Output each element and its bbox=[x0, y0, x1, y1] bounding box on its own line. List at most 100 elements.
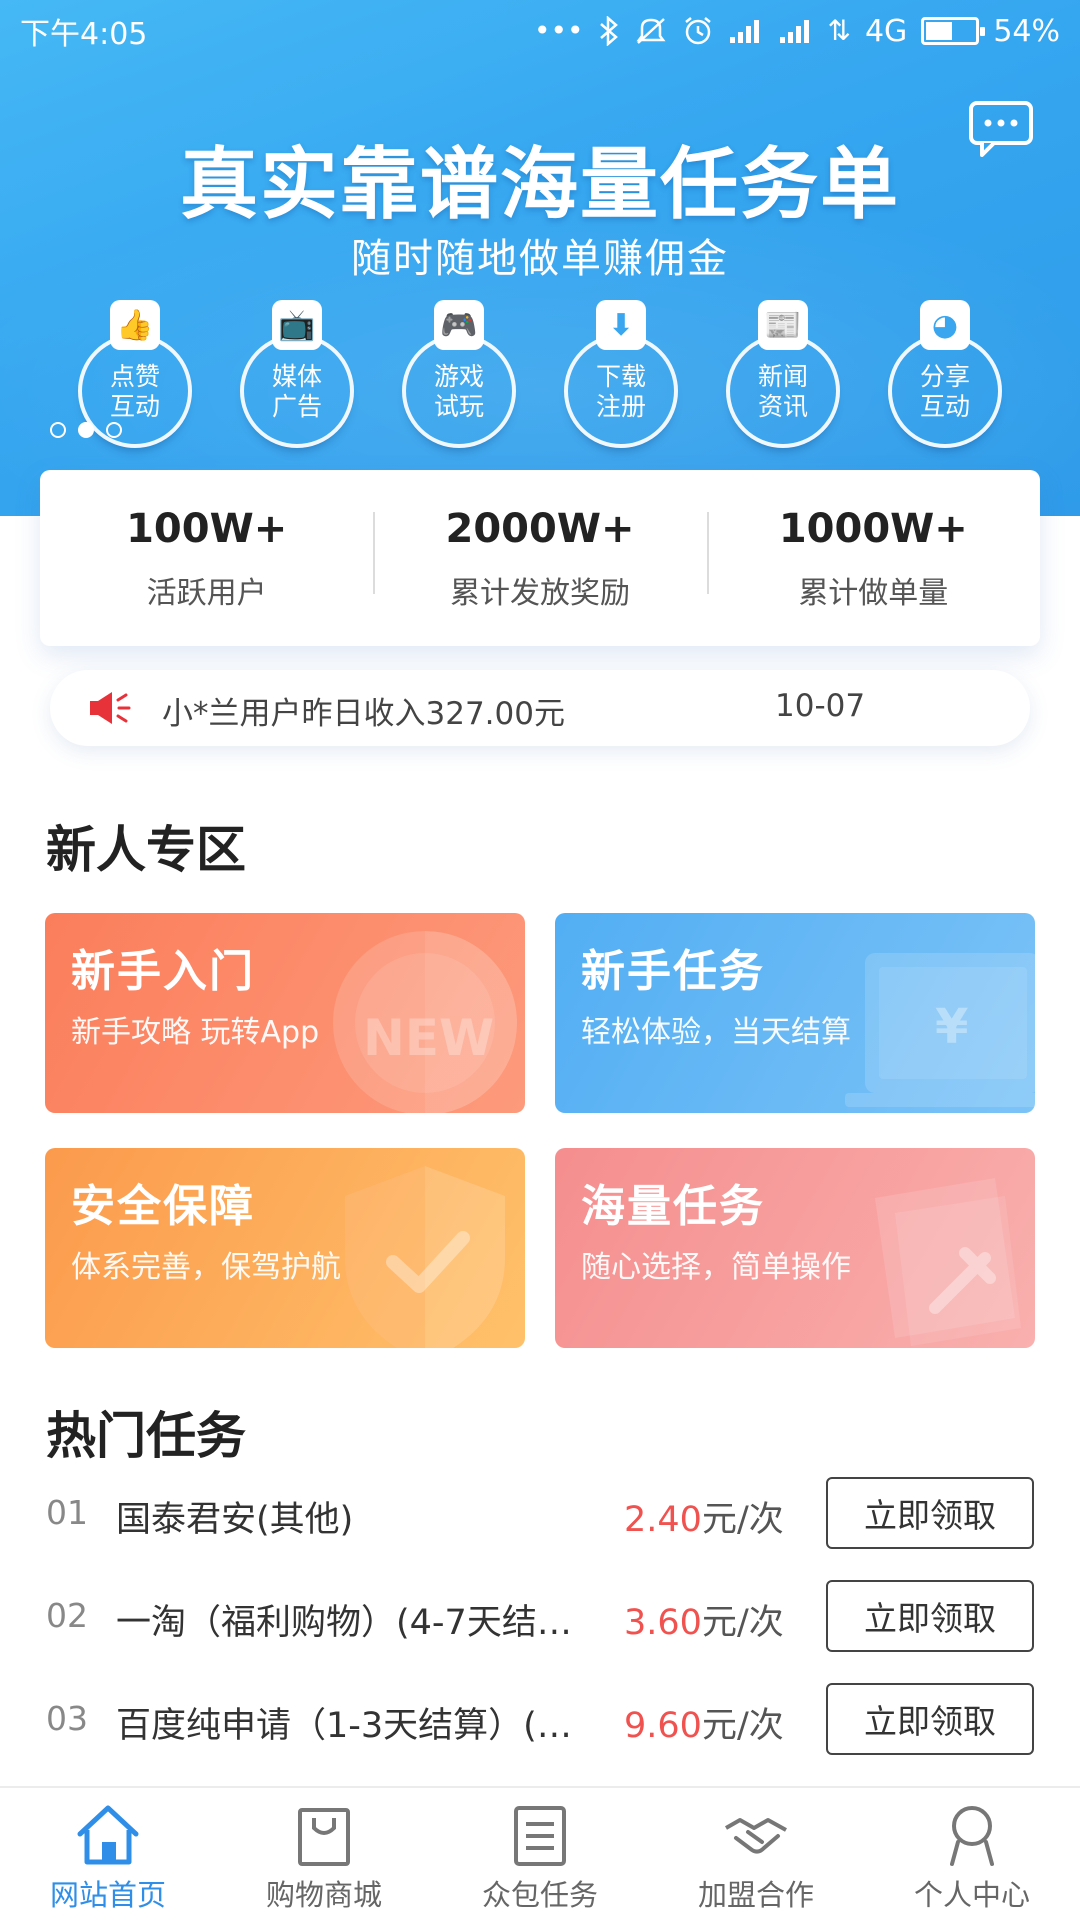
category-label: 媒体 广告 bbox=[271, 362, 322, 421]
carousel-dot[interactable] bbox=[106, 422, 122, 438]
category-label: 分享 互动 bbox=[919, 362, 970, 421]
card-desc: 新手攻略 玩转App bbox=[71, 1015, 320, 1050]
stats-card: 100W+ 活跃用户 2000W+ 累计发放奖励 1000W+ 累计做单量 bbox=[40, 470, 1040, 646]
newspaper-icon: 📰 bbox=[758, 300, 808, 350]
more-dots-icon: ••• bbox=[533, 14, 584, 47]
task-price-value: 9.60 bbox=[624, 1706, 702, 1746]
category-label: 点赞 互动 bbox=[109, 362, 160, 421]
stat-orders: 1000W+ 累计做单量 bbox=[706, 504, 1040, 612]
banner-title: 真实靠谱海量任务单 bbox=[179, 140, 900, 230]
top-banner: 下午4:05 ••• ⇅ 4G 54% 真实靠谱海量任务单 随时随地做单赚佣金 … bbox=[0, 0, 1080, 516]
task-name: 国泰君安(其他) bbox=[116, 1500, 354, 1540]
card-desc: 轻松体验，当天结算 bbox=[581, 1015, 851, 1050]
income-notice[interactable]: 小*兰用户昨日收入327.00元 10-07 bbox=[50, 670, 1030, 746]
task-name: 百度纯申请（1-3天结算）(… bbox=[116, 1706, 572, 1746]
task-row: 02 一淘（福利购物）(4-7天结… 3.60元/次 立即领取 bbox=[0, 1580, 1080, 1654]
card-deco-text: NEW bbox=[363, 1009, 495, 1067]
claim-button[interactable]: 立即领取 bbox=[826, 1580, 1034, 1652]
category-label: 游戏 试玩 bbox=[433, 362, 484, 421]
bluetooth-icon bbox=[599, 16, 618, 46]
stat-rewards: 2000W+ 累计发放奖励 bbox=[373, 504, 706, 612]
battery-fill bbox=[926, 22, 953, 40]
stat-label: 累计做单量 bbox=[798, 576, 949, 611]
banner-subtitle: 随时随地做单赚佣金 bbox=[351, 236, 729, 282]
nav-partner[interactable]: 加盟合作 bbox=[648, 1788, 864, 1920]
gamepad-icon: 🎮 bbox=[434, 300, 484, 350]
task-price-value: 2.40 bbox=[624, 1500, 702, 1540]
network-type: 4G bbox=[864, 13, 908, 49]
task-name: 一淘（福利购物）(4-7天结… bbox=[116, 1603, 572, 1643]
task-price: 9.60元/次 bbox=[624, 1697, 784, 1748]
card-beginner-guide[interactable]: 新手入门 新手攻略 玩转App NEW bbox=[45, 913, 525, 1113]
alarm-icon bbox=[684, 17, 711, 45]
card-title: 新手入门 bbox=[71, 946, 255, 997]
task-row: 03 百度纯申请（1-3天结算）(… 9.60元/次 立即领取 bbox=[0, 1683, 1080, 1757]
nav-tasks[interactable]: 众包任务 bbox=[432, 1788, 648, 1920]
mute-icon bbox=[636, 18, 665, 44]
bottom-nav: 网站首页 购物商城 众包任务 加盟合作 个人中心 bbox=[0, 1786, 1080, 1920]
status-bar: 下午4:05 ••• ⇅ 4G 54% bbox=[0, 0, 1080, 62]
task-price-unit: 元/次 bbox=[701, 1500, 784, 1540]
thumbs-up-icon: 👍 bbox=[110, 300, 160, 350]
card-beginner-task[interactable]: ¥ 新手任务 轻松体验，当天结算 bbox=[555, 913, 1035, 1113]
card-desc: 随心选择，简单操作 bbox=[581, 1250, 851, 1285]
task-list-icon bbox=[514, 1806, 566, 1866]
shopping-bag-icon bbox=[298, 1808, 350, 1866]
task-row: 01 国泰君安(其他) 2.40元/次 立即领取 bbox=[0, 1477, 1080, 1551]
signal-icon bbox=[729, 20, 759, 43]
task-price: 2.40元/次 bbox=[624, 1491, 784, 1542]
home-icon bbox=[77, 1805, 139, 1865]
category-download[interactable]: ⬇ 下载 注册 bbox=[564, 300, 678, 450]
nav-label: 加盟合作 bbox=[697, 1878, 814, 1912]
user-icon bbox=[950, 1806, 994, 1866]
data-arrows-icon: ⇅ bbox=[827, 14, 851, 47]
nav-profile[interactable]: 个人中心 bbox=[864, 1788, 1080, 1920]
megaphone-icon bbox=[90, 692, 131, 724]
card-title: 安全保障 bbox=[71, 1181, 255, 1232]
shield-icon bbox=[345, 1166, 505, 1348]
nav-shop[interactable]: 购物商城 bbox=[216, 1788, 432, 1920]
claim-button[interactable]: 立即领取 bbox=[826, 1683, 1034, 1755]
battery-icon bbox=[921, 17, 986, 45]
task-number: 01 bbox=[46, 1493, 88, 1532]
signal-icon-2 bbox=[779, 20, 809, 43]
category-media[interactable]: 📺 媒体 广告 bbox=[240, 300, 354, 450]
stat-label: 活跃用户 bbox=[146, 576, 267, 611]
task-price-value: 3.60 bbox=[624, 1603, 702, 1643]
carousel-dots[interactable] bbox=[50, 422, 122, 438]
hot-section-title: 热门任务 bbox=[46, 1407, 246, 1465]
tv-icon: 📺 bbox=[272, 300, 322, 350]
stat-value: 100W+ bbox=[126, 506, 288, 552]
card-title: 新手任务 bbox=[581, 946, 765, 997]
task-price: 3.60元/次 bbox=[624, 1594, 784, 1645]
status-icons: ••• ⇅ 4G 54% bbox=[534, 14, 1060, 49]
task-number: 03 bbox=[46, 1699, 88, 1738]
battery-percent: 54% bbox=[993, 13, 1060, 49]
carousel-dot[interactable] bbox=[50, 422, 66, 438]
nav-label: 购物商城 bbox=[265, 1878, 382, 1912]
card-title: 海量任务 bbox=[581, 1181, 765, 1232]
nav-label: 个人中心 bbox=[913, 1878, 1030, 1912]
category-news[interactable]: 📰 新闻 资讯 bbox=[726, 300, 840, 450]
stat-value: 2000W+ bbox=[445, 506, 635, 552]
category-share[interactable]: ◕ 分享 互动 bbox=[888, 300, 1002, 450]
nav-home[interactable]: 网站首页 bbox=[0, 1788, 216, 1920]
download-icon: ⬇ bbox=[596, 300, 646, 350]
category-game[interactable]: 🎮 游戏 试玩 bbox=[402, 300, 516, 450]
stat-value: 1000W+ bbox=[778, 506, 968, 552]
claim-button[interactable]: 立即领取 bbox=[826, 1477, 1034, 1549]
carousel-dot[interactable] bbox=[78, 422, 94, 438]
share-icon: ◕ bbox=[920, 300, 970, 350]
document-icon bbox=[875, 1178, 1021, 1346]
newbie-section-title: 新人专区 bbox=[46, 821, 246, 879]
task-price-unit: 元/次 bbox=[701, 1706, 784, 1746]
card-security[interactable]: 安全保障 体系完善，保驾护航 bbox=[45, 1148, 525, 1348]
category-label: 新闻 资讯 bbox=[757, 362, 808, 421]
nav-label: 众包任务 bbox=[481, 1878, 598, 1912]
card-massive-tasks[interactable]: 海量任务 随心选择，简单操作 bbox=[555, 1148, 1035, 1348]
yen-icon: ¥ bbox=[935, 999, 969, 1055]
handshake-icon bbox=[725, 1818, 787, 1854]
task-price-unit: 元/次 bbox=[701, 1603, 784, 1643]
task-number: 02 bbox=[46, 1596, 88, 1635]
notice-text: 小*兰用户昨日收入327.00元 bbox=[162, 696, 565, 732]
